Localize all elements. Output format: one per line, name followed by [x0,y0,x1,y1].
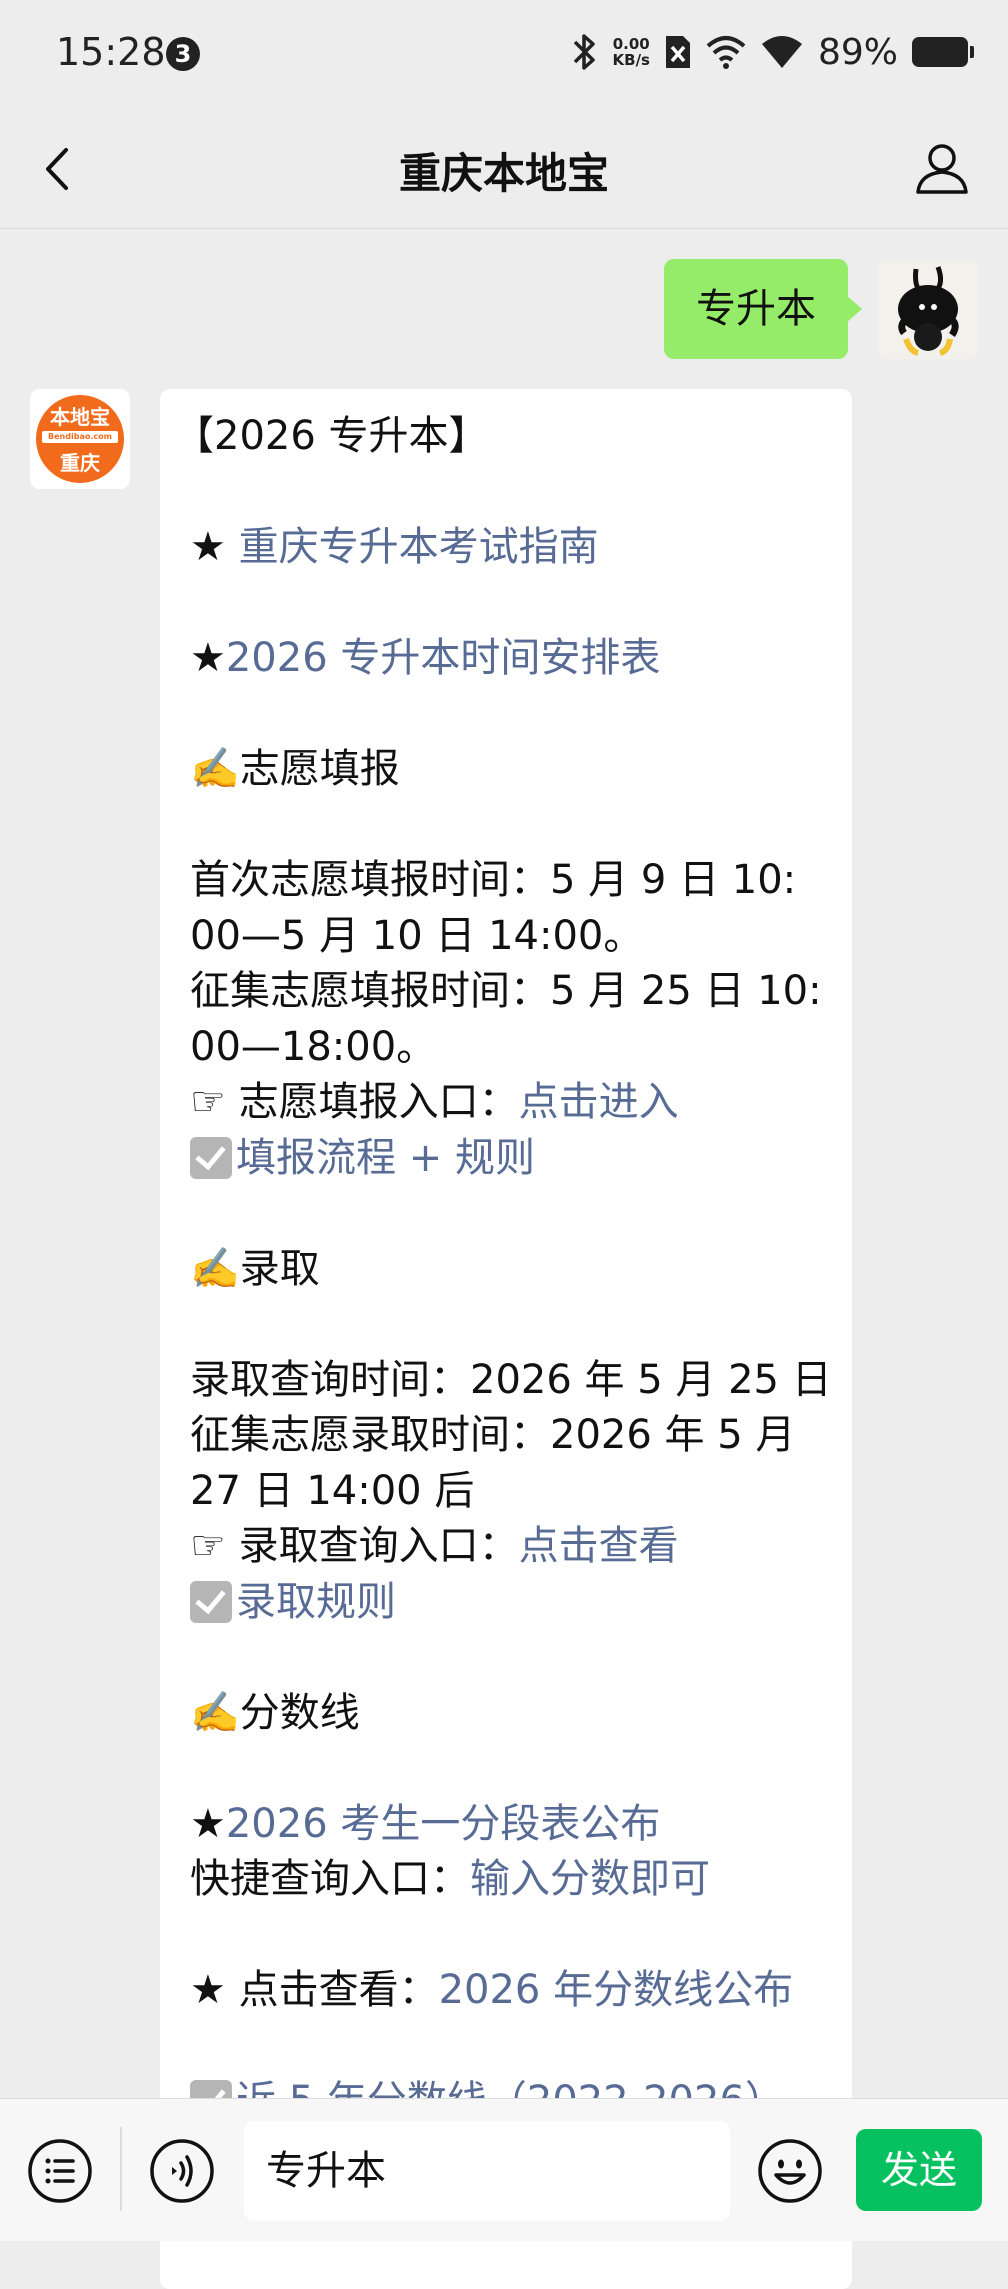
no-sim-icon [665,36,690,68]
voice-icon[interactable] [148,2137,216,2205]
battery-percent: 89% [817,31,898,73]
incoming-message: 【2026 专升本】 ★ 重庆专升本考试指南 ★2026 专升本时间安排表 ✍️… [160,389,852,2289]
view-label: ★ 点击查看： [190,1967,439,2013]
text-line: 征集志愿填报时间：5 月 25 日 10: [190,968,822,1014]
section-heading-scores: ✍️分数线 [190,1689,360,1736]
menu-icon[interactable] [26,2137,94,2205]
quick-query-label: 快捷查询入口： [190,1856,470,1902]
star-icon: ★ [190,635,226,681]
net-speed-value: 0.00 [612,35,650,53]
star-icon: ★ [190,1800,226,1847]
star-icon: ★ [190,524,239,570]
status-icons: 0.00 KB/s 89% [569,30,974,74]
chat-header: 重庆本地宝 [0,110,1008,229]
checkbox-icon [190,1580,232,1623]
send-button[interactable]: 发送 [856,2129,982,2211]
checkbox-icon [190,1136,232,1179]
guide-line: ★ 重庆专升本考试指南 [190,520,830,576]
section-heading-admission: ✍️录取 [190,1245,320,1292]
logo-url-text: Bendibao.com [48,432,112,441]
wifi-calling-icon [706,36,746,69]
application-entry-link[interactable]: 点击进入 [519,1079,679,1125]
profile-icon[interactable] [914,140,970,196]
net-speed: 0.00 KB/s [613,36,650,68]
flow-rules-link[interactable]: 填报流程 + 规则 [236,1135,535,1181]
bluetooth-icon [573,34,595,70]
text-line: 征集志愿录取时间：2026 年 5 月 [190,1412,796,1458]
entry-label: ☞ 录取查询入口： [190,1523,519,1569]
guide-link[interactable]: 重庆专升本考试指南 [239,524,599,570]
text-line: 00—5 月 10 日 14:00。 [190,912,644,959]
net-speed-unit: KB/s [612,51,650,69]
score-line-link[interactable]: 2026 年分数线公布 [439,1967,794,2013]
battery-icon [912,37,974,67]
quick-query-line: 快捷查询入口：输入分数即可 [190,1852,830,1908]
logo-brand-text: 本地宝 [50,405,110,429]
input-bar: 专升本 发送 [0,2098,1008,2241]
text-line: 首次志愿填报时间：5 月 9 日 10: [190,857,797,903]
chat-title: 重庆本地宝 [398,149,609,198]
score-table-line: ★2026 考生一分段表公布 [190,1797,830,1853]
notification-count-badge: 3 [166,37,200,71]
application-entry-line: ☞ 志愿填报入口：点击进入 [190,1075,830,1131]
divider [120,2127,122,2211]
entry-label: ☞ 志愿填报入口： [190,1079,519,1125]
text-line: 录取查询时间：2026 年 5 月 25 日 [190,1356,832,1403]
logo-city-text: 重庆 [60,451,100,475]
status-bar: 15:28 3 0.00 KB/s 89% [0,0,1008,110]
avatar-image [878,259,978,359]
outgoing-message[interactable]: 专升本 [664,259,862,359]
quick-query-link[interactable]: 输入分数即可 [470,1856,710,1902]
admission-rules-link[interactable]: 录取规则 [236,1579,396,1625]
schedule-link[interactable]: 2026 专升本时间安排表 [226,635,661,681]
reply-title: 【2026 专升本】 [174,413,489,459]
score-line-view: ★ 点击查看：2026 年分数线公布 [190,1963,830,2019]
status-time: 15:28 [56,30,166,74]
account-avatar[interactable]: 本地宝 Bendibao.com 重庆 [30,389,130,489]
section-heading-application: ✍️志愿填报 [190,746,400,792]
my-avatar[interactable] [878,259,978,359]
schedule-line: ★2026 专升本时间安排表 [190,631,830,687]
flow-line: 填报流程 + 规则 [190,1131,830,1187]
score-table-link[interactable]: 2026 考生一分段表公布 [226,1801,661,1847]
emoji-icon[interactable] [756,2137,824,2205]
admission-rules-line: 录取规则 [190,1575,830,1631]
wifi-icon [761,36,802,68]
text-line: 27 日 14:00 后 [190,1467,475,1514]
text-line: 00—18:00。 [190,1023,437,1070]
message-input[interactable]: 专升本 [244,2121,730,2221]
admission-entry-line: ☞ 录取查询入口：点击查看 [190,1519,830,1575]
admission-entry-link[interactable]: 点击查看 [519,1523,679,1569]
